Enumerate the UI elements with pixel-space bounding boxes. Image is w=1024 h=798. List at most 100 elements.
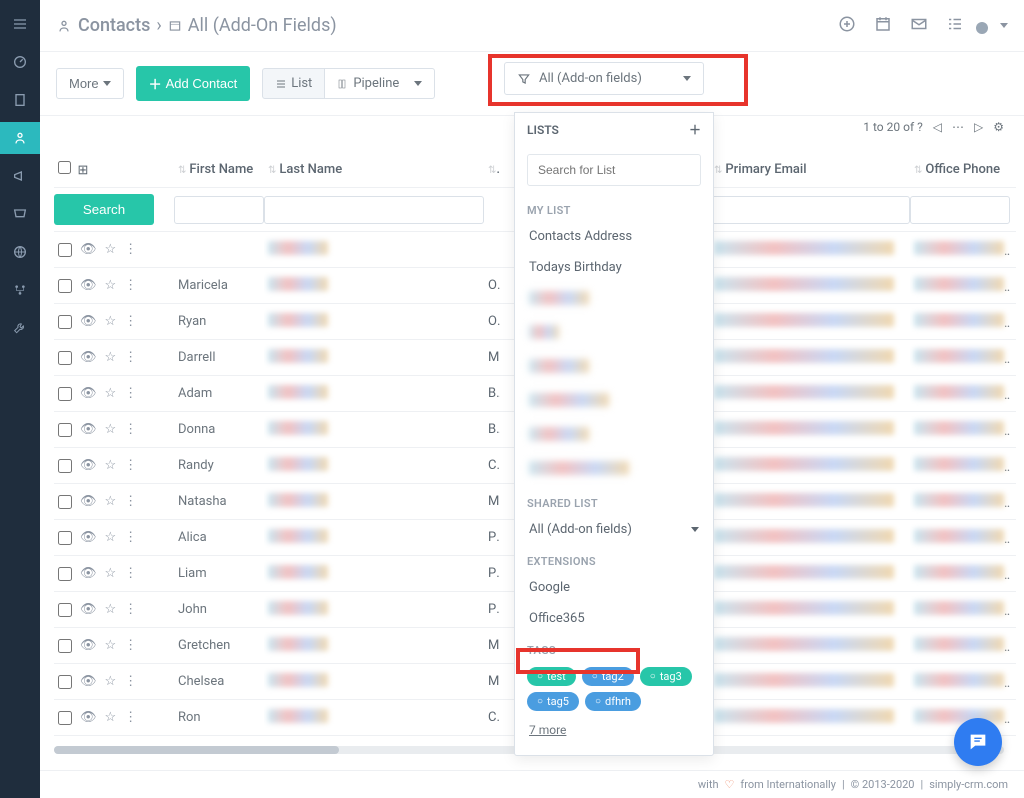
row-checkbox[interactable] bbox=[58, 711, 72, 725]
col-primary-email[interactable]: Primary Email bbox=[710, 156, 910, 183]
tag-dfhrh[interactable]: dfhrh bbox=[585, 692, 641, 711]
search-office-phone[interactable] bbox=[910, 196, 1010, 224]
row-checkbox[interactable] bbox=[58, 675, 72, 689]
footer-link[interactable]: simply-crm.com bbox=[929, 778, 1008, 791]
list-item-blurred[interactable] bbox=[515, 385, 713, 419]
row-menu-icon[interactable]: ⋮ bbox=[124, 242, 137, 257]
row-menu-icon[interactable]: ⋮ bbox=[124, 350, 137, 365]
sidebar-cart-icon[interactable] bbox=[0, 198, 40, 230]
col-first-name[interactable]: First Name bbox=[174, 156, 264, 183]
eye-icon[interactable]: 👁 bbox=[80, 242, 97, 257]
search-button[interactable]: Search bbox=[54, 194, 154, 225]
list-item-blurred[interactable] bbox=[515, 419, 713, 453]
row-menu-icon[interactable]: ⋮ bbox=[124, 566, 137, 581]
row-checkbox[interactable] bbox=[58, 315, 72, 329]
search-last-name[interactable] bbox=[264, 196, 484, 224]
select-all-checkbox[interactable] bbox=[58, 161, 71, 174]
tag-test[interactable]: test bbox=[527, 667, 576, 686]
add-contact-button[interactable]: ＋Add Contact bbox=[136, 66, 251, 101]
row-checkbox[interactable] bbox=[58, 531, 72, 545]
add-list-icon[interactable]: ＋ bbox=[689, 121, 701, 138]
user-menu-caret-icon[interactable] bbox=[1000, 23, 1008, 28]
row-checkbox[interactable] bbox=[58, 423, 72, 437]
mail-icon[interactable] bbox=[910, 15, 928, 37]
eye-icon[interactable]: 👁 bbox=[80, 566, 97, 581]
eye-icon[interactable]: 👁 bbox=[80, 386, 97, 401]
more-tags-link[interactable]: 7 more bbox=[515, 717, 713, 743]
row-menu-icon[interactable]: ⋮ bbox=[124, 602, 137, 617]
row-menu-icon[interactable]: ⋮ bbox=[124, 314, 137, 329]
star-icon[interactable]: ☆ bbox=[105, 350, 117, 365]
row-menu-icon[interactable]: ⋮ bbox=[124, 458, 137, 473]
row-menu-icon[interactable]: ⋮ bbox=[124, 386, 137, 401]
star-icon[interactable]: ☆ bbox=[105, 422, 117, 437]
tag-tag3[interactable]: tag3 bbox=[640, 667, 692, 686]
sidebar-wrench-icon[interactable] bbox=[0, 312, 40, 344]
star-icon[interactable]: ☆ bbox=[105, 314, 117, 329]
breadcrumb-view[interactable]: All (Add-On Fields) bbox=[188, 15, 337, 36]
row-checkbox[interactable] bbox=[58, 567, 72, 581]
list-item-blurred[interactable] bbox=[515, 317, 713, 351]
pagination-more-icon[interactable]: ⋯ bbox=[952, 120, 964, 134]
pagination-prev-icon[interactable]: ◁ bbox=[933, 120, 942, 134]
row-menu-icon[interactable]: ⋮ bbox=[124, 710, 137, 725]
pagination-next-icon[interactable]: ▷ bbox=[974, 120, 983, 134]
sidebar-megaphone-icon[interactable] bbox=[0, 160, 40, 192]
settings-gear-icon[interactable]: ⚙ bbox=[993, 120, 1004, 134]
row-menu-icon[interactable]: ⋮ bbox=[124, 638, 137, 653]
row-menu-icon[interactable]: ⋮ bbox=[124, 422, 137, 437]
col-title[interactable]: T bbox=[484, 156, 500, 183]
sidebar-contacts-icon[interactable] bbox=[0, 122, 40, 154]
row-checkbox[interactable] bbox=[58, 495, 72, 509]
star-icon[interactable]: ☆ bbox=[105, 638, 117, 653]
eye-icon[interactable]: 👁 bbox=[80, 422, 97, 437]
star-icon[interactable]: ☆ bbox=[105, 566, 117, 581]
star-icon[interactable]: ☆ bbox=[105, 242, 117, 257]
star-icon[interactable]: ☆ bbox=[105, 458, 117, 473]
view-tab-list[interactable]: List bbox=[262, 68, 325, 99]
list-item-todays-birthday[interactable]: Todays Birthday bbox=[515, 252, 713, 283]
list-item-blurred[interactable] bbox=[515, 351, 713, 385]
list-item-contacts-address[interactable]: Contacts Address bbox=[515, 221, 713, 252]
list-item-all-addon[interactable]: All (Add-on fields) bbox=[515, 514, 713, 545]
tag-tag5[interactable]: tag5 bbox=[527, 692, 579, 711]
row-checkbox[interactable] bbox=[58, 387, 72, 401]
star-icon[interactable]: ☆ bbox=[105, 710, 117, 725]
grid-icon[interactable]: ⊞ bbox=[77, 163, 88, 178]
search-primary-email[interactable] bbox=[710, 196, 910, 224]
more-button[interactable]: More bbox=[56, 68, 124, 99]
sidebar-globe-icon[interactable] bbox=[0, 236, 40, 268]
add-circle-icon[interactable] bbox=[838, 15, 856, 37]
eye-icon[interactable]: 👁 bbox=[80, 530, 97, 545]
row-menu-icon[interactable]: ⋮ bbox=[124, 494, 137, 509]
chat-button[interactable] bbox=[954, 718, 1002, 766]
eye-icon[interactable]: 👁 bbox=[80, 278, 97, 293]
search-first-name[interactable] bbox=[174, 196, 264, 224]
col-last-name[interactable]: Last Name bbox=[264, 156, 484, 183]
row-checkbox[interactable] bbox=[58, 243, 72, 257]
row-menu-icon[interactable]: ⋮ bbox=[124, 530, 137, 545]
row-checkbox[interactable] bbox=[58, 459, 72, 473]
eye-icon[interactable]: 👁 bbox=[80, 350, 97, 365]
eye-icon[interactable]: 👁 bbox=[80, 674, 97, 689]
list-search-input[interactable] bbox=[527, 154, 701, 186]
star-icon[interactable]: ☆ bbox=[105, 674, 117, 689]
sidebar-workflow-icon[interactable] bbox=[0, 274, 40, 306]
filter-dropdown-trigger[interactable]: All (Add-on fields) bbox=[504, 62, 704, 95]
eye-icon[interactable]: 👁 bbox=[80, 458, 97, 473]
sidebar-dashboard-icon[interactable] bbox=[0, 46, 40, 78]
row-checkbox[interactable] bbox=[58, 603, 72, 617]
row-menu-icon[interactable]: ⋮ bbox=[124, 278, 137, 293]
tag-tag2[interactable]: tag2 bbox=[582, 667, 634, 686]
extension-google[interactable]: Google bbox=[515, 572, 713, 603]
row-checkbox[interactable] bbox=[58, 351, 72, 365]
col-office-phone[interactable]: Office Phone bbox=[910, 156, 1010, 183]
star-icon[interactable]: ☆ bbox=[105, 278, 117, 293]
sidebar-menu-icon[interactable] bbox=[0, 8, 40, 40]
breadcrumb-main[interactable]: Contacts bbox=[78, 15, 150, 36]
eye-icon[interactable]: 👁 bbox=[80, 494, 97, 509]
star-icon[interactable]: ☆ bbox=[105, 602, 117, 617]
star-icon[interactable]: ☆ bbox=[105, 530, 117, 545]
list-item-blurred[interactable] bbox=[515, 453, 713, 487]
star-icon[interactable]: ☆ bbox=[105, 494, 117, 509]
